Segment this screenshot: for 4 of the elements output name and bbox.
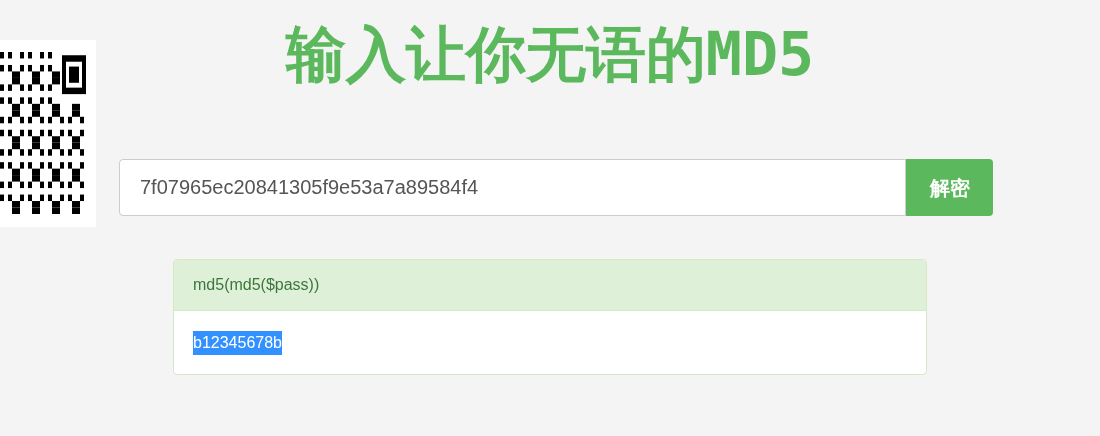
result-text: b12345678b [193,330,282,355]
md5-input-field[interactable]: 7f07965ec20841305f9e53a7a89584f4 [119,159,906,216]
hash-type-label: md5(md5($pass)) [193,275,320,295]
page-title: 输入让你无语的MD5 [285,18,815,91]
